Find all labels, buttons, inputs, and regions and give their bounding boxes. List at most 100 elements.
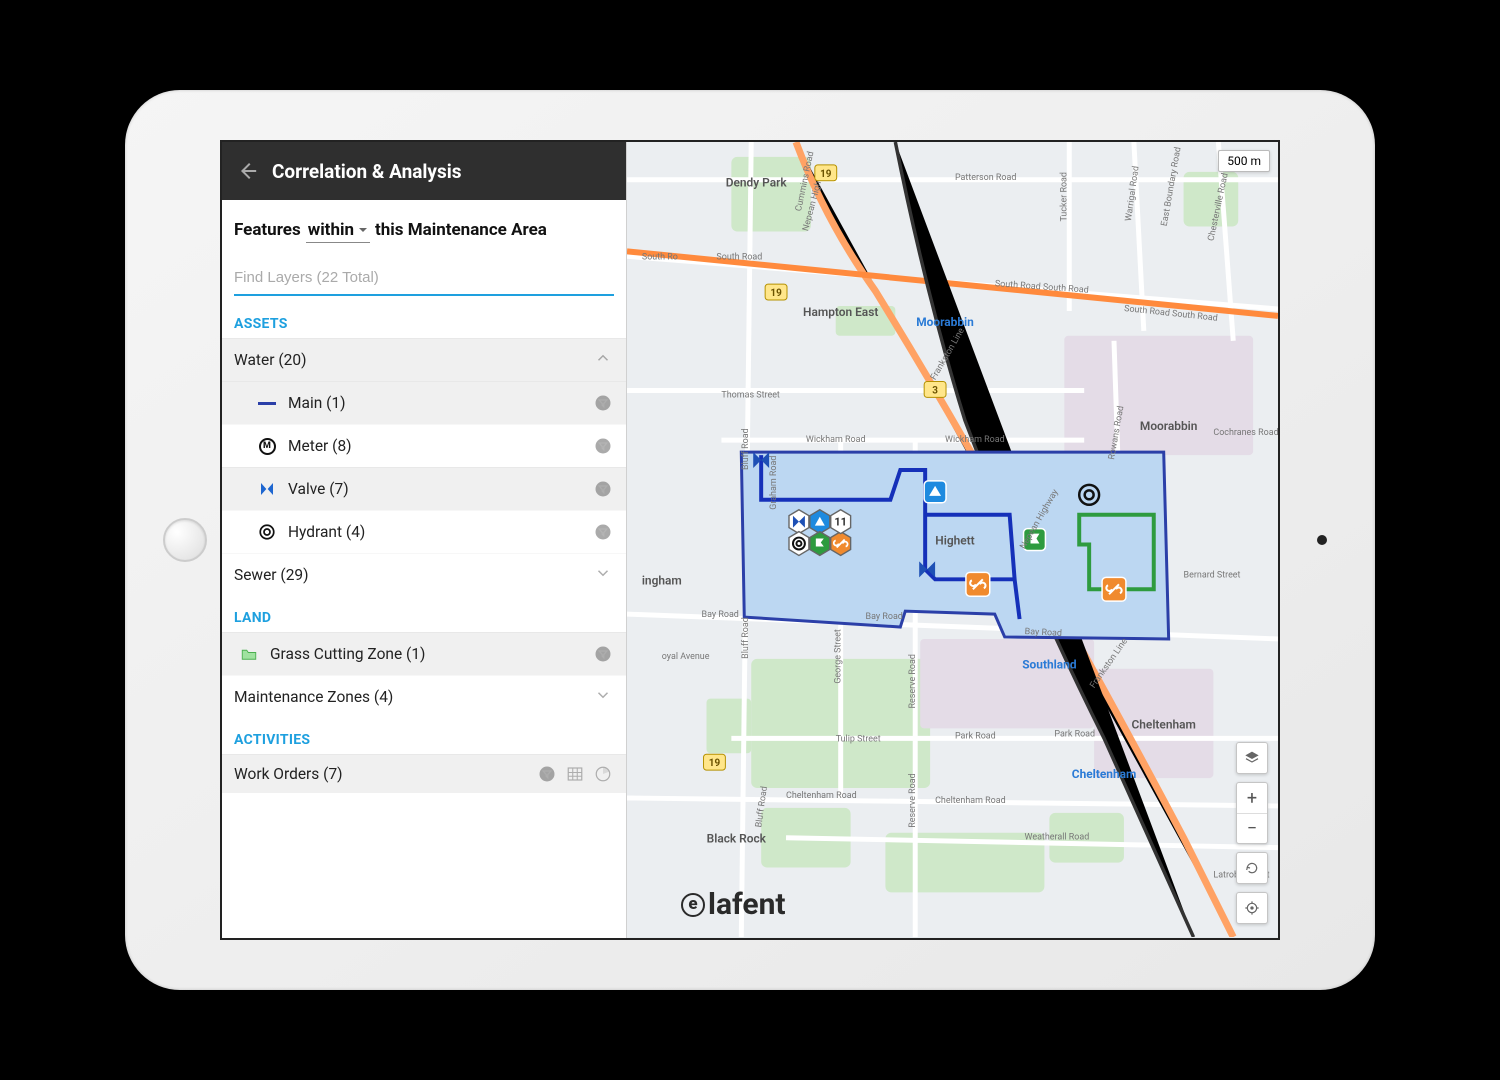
- svg-text:3: 3: [932, 385, 938, 396]
- layer-valve-label: Valve (7): [288, 480, 594, 498]
- filter-icon[interactable]: [594, 480, 612, 498]
- highway-shield: 19: [704, 754, 726, 770]
- map-road-label: Wickham Road: [945, 435, 1005, 445]
- group-water-row[interactable]: Water (20): [222, 338, 626, 381]
- zoom-out-button[interactable]: −: [1237, 813, 1267, 843]
- map-scale-badge: 500 m: [1218, 150, 1270, 172]
- panel-title: Correlation & Analysis: [272, 160, 462, 183]
- map-road-label: Bluff Road: [741, 428, 751, 470]
- map-road-label: Bernard Street: [1184, 570, 1241, 580]
- layer-hydrant-label: Hydrant (4): [288, 523, 594, 541]
- app-screen: Correlation & Analysis Features within t…: [220, 140, 1280, 940]
- map-road-label: Park Road: [955, 731, 996, 741]
- map-road-label: Bluff Road: [741, 617, 751, 659]
- filter-icon[interactable]: [594, 394, 612, 412]
- group-sewer-row[interactable]: Sewer (29): [222, 553, 626, 596]
- sidebar-panel: Correlation & Analysis Features within t…: [222, 142, 627, 938]
- map-place-label: Black Rock: [707, 832, 767, 846]
- map-controls: + −: [1236, 742, 1268, 924]
- zoom-in-button[interactable]: +: [1237, 783, 1267, 813]
- line-swatch-icon: [256, 392, 278, 414]
- brand-text: lafent: [708, 887, 786, 922]
- map-road-label: Cheltenham Road: [935, 796, 1006, 806]
- layer-grasszone-label: Grass Cutting Zone (1): [270, 645, 594, 663]
- back-arrow-icon[interactable]: [236, 160, 258, 182]
- map-road-label: oyal Avenue: [662, 652, 710, 662]
- map-road-label: Reserve Road: [908, 654, 918, 708]
- map-road-label: Graham Road: [769, 456, 779, 510]
- layer-meter-label: Meter (8): [288, 437, 594, 455]
- group-maintzones-row[interactable]: Maintenance Zones (4): [222, 675, 626, 718]
- group-maintzones-label: Maintenance Zones (4): [234, 688, 594, 706]
- map-road-label: Reserve Road: [908, 773, 918, 827]
- filter-icon[interactable]: [594, 523, 612, 541]
- layer-search-input[interactable]: [234, 263, 614, 296]
- map-place-label: Cheltenham: [1132, 717, 1196, 731]
- table-icon[interactable]: [566, 765, 584, 783]
- svg-text:11: 11: [834, 516, 847, 529]
- layer-main-label: Main (1): [288, 394, 594, 412]
- filter-icon[interactable]: [594, 437, 612, 455]
- svg-text:19: 19: [820, 169, 832, 180]
- highway-shield: 19: [765, 284, 787, 300]
- map-marker-alert[interactable]: [924, 481, 946, 503]
- group-sewer-label: Sewer (29): [234, 566, 594, 584]
- layers-button[interactable]: [1237, 743, 1267, 773]
- map-road-label: Patterson Road: [955, 173, 1016, 183]
- map-road-label: Bay Road: [866, 612, 903, 622]
- map-place-label: Southland: [1022, 658, 1077, 672]
- filter-icon[interactable]: [538, 765, 556, 783]
- section-assets-heading: ASSETS: [222, 302, 626, 338]
- layer-valve-row[interactable]: Valve (7): [222, 467, 626, 510]
- layer-meter-row[interactable]: M Meter (8): [222, 424, 626, 467]
- layer-hydrant-row[interactable]: Hydrant (4): [222, 510, 626, 553]
- map-road-label: Bay Road: [1024, 627, 1062, 639]
- brand-e-icon: e: [681, 893, 705, 917]
- map-place-label: Cheltenham: [1072, 767, 1137, 781]
- group-water-label: Water (20): [234, 351, 594, 369]
- locate-button[interactable]: [1237, 893, 1267, 923]
- layer-workorders-row[interactable]: Work Orders (7): [222, 754, 626, 793]
- home-button[interactable]: [163, 518, 207, 562]
- chart-icon[interactable]: [594, 765, 612, 783]
- map-road-label: Park Road: [1054, 729, 1095, 739]
- map-place-label: ingham: [642, 573, 682, 587]
- map-place-label: Moorabbin: [916, 315, 974, 329]
- features-scope-value: within: [308, 220, 354, 240]
- map-road-label: South Ro: [642, 252, 678, 262]
- tablet-frame: Correlation & Analysis Features within t…: [125, 90, 1375, 990]
- map-canvas: 11 Dendy ParkHampton EastMoorabbinMoorab…: [627, 142, 1278, 937]
- map-road-label: Cochranes Road: [1213, 428, 1278, 438]
- refresh-button[interactable]: [1237, 853, 1267, 883]
- map-cluster-badge[interactable]: 11: [789, 510, 851, 556]
- chevron-down-icon: [358, 225, 368, 235]
- map-marker-workorder[interactable]: [1102, 577, 1126, 601]
- layer-main-row[interactable]: Main (1): [222, 381, 626, 424]
- map-marker-workorder[interactable]: [966, 572, 990, 596]
- map-road-label: George Street: [834, 629, 844, 683]
- brand-logo: elafent: [681, 887, 786, 922]
- svg-text:19: 19: [770, 288, 782, 299]
- filter-icon[interactable]: [594, 645, 612, 663]
- layer-workorders-label: Work Orders (7): [234, 765, 538, 783]
- features-prefix: Features: [234, 220, 301, 240]
- svg-text:19: 19: [709, 758, 721, 769]
- map-road-label: Weatherall Road: [1025, 833, 1090, 843]
- map-viewport[interactable]: 11 Dendy ParkHampton EastMoorabbinMoorab…: [627, 142, 1278, 938]
- map-place-label: Dendy Park: [726, 176, 788, 190]
- section-land-heading: LAND: [222, 596, 626, 632]
- layer-grasszone-row[interactable]: Grass Cutting Zone (1): [222, 632, 626, 675]
- layer-search-wrap: [222, 253, 626, 302]
- hydrant-swatch-icon: [256, 521, 278, 543]
- features-suffix: this Maintenance Area: [375, 220, 547, 240]
- map-road-label: Wickham Road: [806, 435, 866, 445]
- chevron-down-icon: [594, 564, 612, 586]
- map-place-label: Highett: [935, 534, 974, 548]
- chevron-down-icon: [594, 686, 612, 708]
- map-road-label: Tulip Street: [836, 734, 881, 744]
- panel-header: Correlation & Analysis: [222, 142, 626, 200]
- camera-dot: [1317, 535, 1327, 545]
- features-scope-dropdown[interactable]: within: [306, 220, 370, 243]
- map-road-label: Bay Road: [702, 610, 739, 620]
- valve-swatch-icon: [256, 478, 278, 500]
